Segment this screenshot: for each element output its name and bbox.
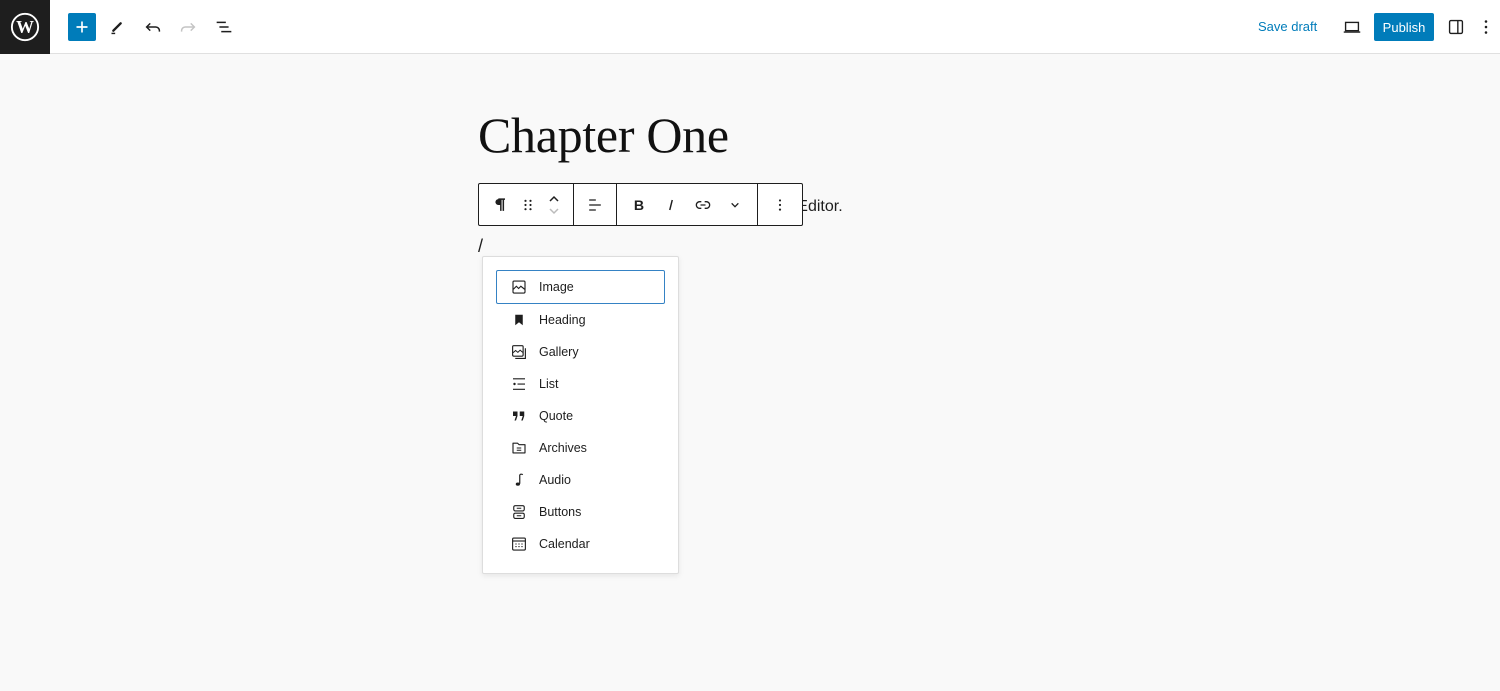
redo-button[interactable]	[174, 13, 202, 41]
inserter-item-label: Image	[539, 280, 574, 294]
inserter-item-quote[interactable]: Quote	[496, 400, 665, 432]
more-rich-text-button[interactable]	[719, 184, 751, 225]
tools-button[interactable]	[103, 13, 131, 41]
bold-icon: B	[634, 198, 644, 214]
editor-header: W Save draft Publish	[0, 0, 1500, 54]
link-icon	[695, 200, 711, 209]
move-up-icon[interactable]	[547, 193, 561, 205]
add-block-button[interactable]	[68, 13, 96, 41]
slash-command-input[interactable]: /	[478, 236, 483, 257]
chevron-down-icon	[731, 202, 739, 208]
publish-button[interactable]: Publish	[1374, 13, 1434, 41]
list-icon	[510, 375, 528, 393]
wordpress-logo[interactable]: W	[0, 0, 50, 54]
vertical-ellipsis-icon	[1484, 20, 1488, 34]
align-icon	[589, 198, 601, 211]
block-options-button[interactable]	[764, 184, 796, 225]
gallery-icon	[510, 343, 528, 361]
sidebar-icon	[1448, 19, 1464, 35]
inserter-item-calendar[interactable]: Calendar	[496, 528, 665, 560]
heading-icon	[510, 311, 528, 329]
inserter-item-buttons[interactable]: Buttons	[496, 496, 665, 528]
svg-text:B: B	[634, 198, 644, 214]
bold-button[interactable]: B	[623, 184, 655, 225]
link-button[interactable]	[687, 184, 719, 225]
audio-icon	[510, 471, 528, 489]
pencil-icon	[111, 22, 122, 35]
block-toolbar-group-format: B	[617, 184, 758, 225]
block-toolbar-group-align	[574, 184, 617, 225]
inserter-item-label: Gallery	[539, 345, 579, 359]
list-view-icon	[216, 21, 232, 33]
save-draft-button[interactable]: Save draft	[1258, 19, 1317, 34]
quote-icon	[510, 407, 528, 425]
image-icon	[510, 278, 528, 296]
inserter-item-image[interactable]: Image	[496, 270, 665, 304]
inserter-item-gallery[interactable]: Gallery	[496, 336, 665, 368]
inserter-item-label: Archives	[539, 441, 587, 455]
archives-icon	[510, 439, 528, 457]
wordpress-icon: W	[10, 12, 40, 42]
laptop-icon	[1343, 21, 1361, 33]
block-toolbar-group-block	[479, 184, 574, 225]
inserter-item-label: Audio	[539, 473, 571, 487]
inserter-item-heading[interactable]: Heading	[496, 304, 665, 336]
inserter-item-label: Quote	[539, 409, 574, 423]
inserter-item-audio[interactable]: Audio	[496, 464, 665, 496]
redo-icon	[180, 22, 196, 32]
svg-text:W: W	[16, 17, 34, 37]
inserter-item-list[interactable]: List	[496, 368, 665, 400]
list-view-button[interactable]	[210, 13, 238, 41]
inserter-item-archives[interactable]: Archives	[496, 432, 665, 464]
plus-icon	[76, 21, 88, 33]
drag-handle[interactable]	[515, 184, 541, 225]
block-type-button[interactable]	[485, 184, 515, 225]
move-down-icon[interactable]	[547, 205, 561, 217]
settings-button[interactable]	[1442, 13, 1470, 41]
block-toolbar-group-options	[758, 184, 802, 225]
block-mover	[541, 184, 567, 225]
block-toolbar: B	[478, 183, 803, 226]
align-button[interactable]	[579, 184, 611, 225]
slash-inserter-popover: Image Heading Gallery List Quote Archive…	[482, 256, 679, 574]
undo-icon	[145, 22, 161, 32]
inserter-item-label: Buttons	[539, 505, 582, 519]
paragraph-icon	[495, 197, 505, 211]
undo-button[interactable]	[139, 13, 167, 41]
post-title[interactable]: Chapter One	[478, 106, 729, 164]
vertical-ellipsis-icon	[778, 198, 782, 211]
drag-handle-icon	[524, 199, 532, 210]
preview-button[interactable]	[1338, 13, 1366, 41]
options-button[interactable]	[1474, 13, 1498, 41]
inserter-item-label: List	[539, 377, 559, 391]
buttons-icon	[510, 503, 528, 521]
italic-button[interactable]	[655, 184, 687, 225]
italic-icon	[669, 199, 673, 210]
calendar-icon	[510, 535, 528, 553]
inserter-item-label: Heading	[539, 313, 586, 327]
inserter-item-label: Calendar	[539, 537, 590, 551]
